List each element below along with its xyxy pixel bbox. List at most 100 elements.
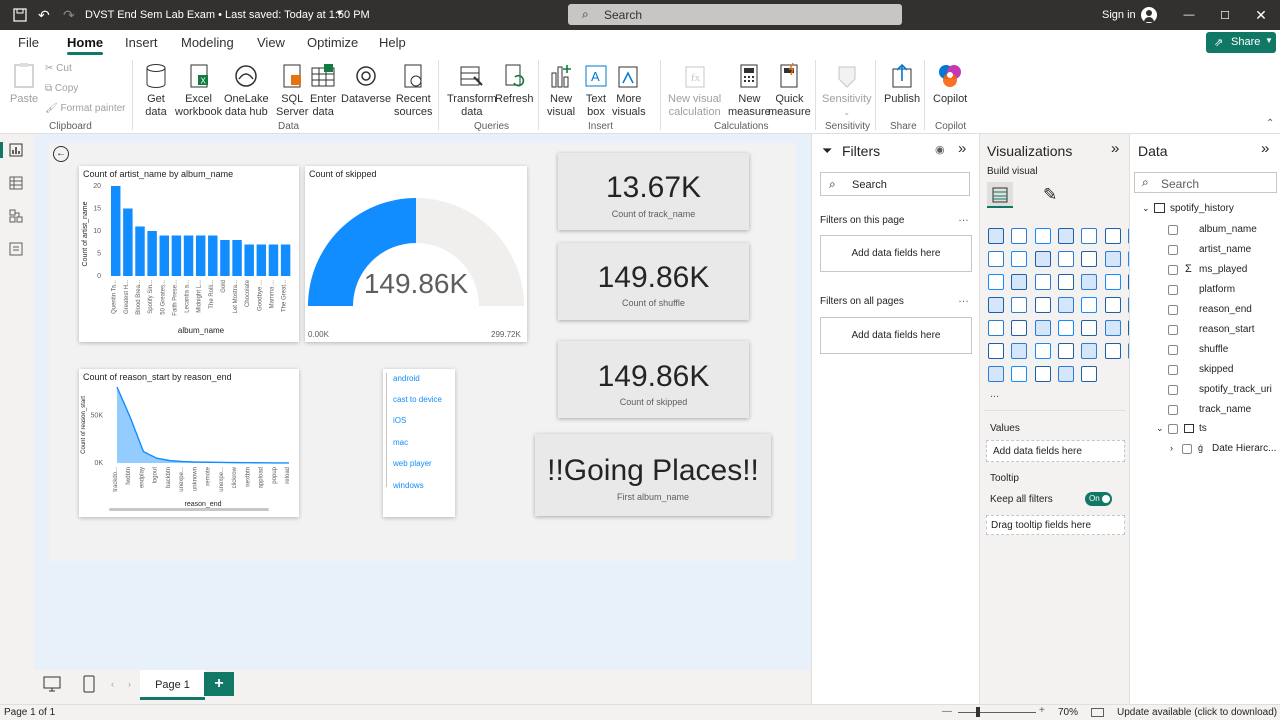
date-hierarchy-field[interactable]: Date Hierarc...: [1212, 443, 1276, 454]
visual-type-icon[interactable]: [1081, 251, 1098, 267]
visual-type-icon[interactable]: [1081, 366, 1098, 382]
eye-icon[interactable]: ◉: [935, 143, 945, 156]
new-visual-button[interactable]: New visual: [547, 62, 575, 119]
tab-view[interactable]: View: [257, 35, 285, 50]
tab-optimize[interactable]: Optimize: [307, 35, 358, 50]
expand-chevron-icon[interactable]: ›: [1170, 443, 1173, 453]
table-name[interactable]: spotify_history: [1170, 203, 1234, 214]
visual-type-icon[interactable]: [988, 251, 1004, 267]
visual-type-icon[interactable]: [988, 228, 1004, 244]
visual-type-icon[interactable]: [1034, 366, 1051, 382]
save-icon[interactable]: [13, 8, 27, 22]
zoom-out-button[interactable]: —: [942, 706, 952, 717]
checkbox[interactable]: [1182, 444, 1192, 454]
checkbox[interactable]: [1168, 424, 1178, 434]
new-measure-button[interactable]: New measure: [728, 62, 771, 119]
card-album-name[interactable]: !!Going Places!! First album_name: [535, 434, 771, 516]
model-view-icon[interactable]: [9, 209, 25, 225]
more-visuals-button[interactable]: More visuals: [612, 62, 646, 119]
visual-type-icon[interactable]: [1057, 251, 1074, 267]
build-visual-tab[interactable]: [987, 182, 1013, 208]
close-button[interactable]: ✕: [1238, 0, 1280, 30]
checkbox[interactable]: [1168, 365, 1178, 375]
dataverse-button[interactable]: Dataverse: [341, 62, 391, 106]
visual-type-icon[interactable]: [1011, 343, 1028, 359]
checkbox[interactable]: [1168, 285, 1178, 295]
slicer-item-mac[interactable]: mac: [393, 438, 408, 447]
bar-chart-visual[interactable]: Count of artist_name by album_name Count…: [79, 166, 299, 342]
cut-button[interactable]: ✂ Cut: [45, 63, 72, 74]
slicer-item-cast-to-device[interactable]: cast to device: [393, 395, 442, 404]
dax-query-view-icon[interactable]: [9, 242, 25, 258]
excel-workbook-button[interactable]: X Excel workbook: [175, 62, 222, 119]
onelake-button[interactable]: OneLake data hub: [224, 62, 269, 119]
recent-sources-button[interactable]: Recent sources: [394, 62, 433, 119]
card-skipped[interactable]: 149.86K Count of skipped: [558, 341, 749, 418]
values-drop-zone[interactable]: Add data fields here: [986, 440, 1125, 462]
field-spotify-track-uri[interactable]: spotify_track_uri: [1199, 384, 1272, 395]
visual-type-icon[interactable]: [1057, 366, 1074, 382]
checkbox[interactable]: [1168, 325, 1178, 335]
avatar-icon[interactable]: [1141, 7, 1157, 23]
refresh-button[interactable]: Refresh: [495, 62, 534, 106]
prev-page-icon[interactable]: ‹: [111, 679, 114, 689]
visual-type-icon[interactable]: [1034, 297, 1051, 313]
zoom-in-button[interactable]: +: [1039, 705, 1045, 716]
table-view-icon[interactable]: [9, 176, 25, 192]
zoom-slider-thumb[interactable]: [976, 707, 980, 717]
tab-home[interactable]: Home: [67, 35, 104, 55]
visual-type-icon[interactable]: [1104, 274, 1121, 290]
visual-type-icon[interactable]: [1034, 274, 1051, 290]
visual-type-icon[interactable]: [1057, 274, 1074, 290]
enter-data-button[interactable]: Enter data: [310, 62, 336, 119]
visual-type-icon[interactable]: [1104, 228, 1121, 244]
visual-type-icon[interactable]: [1081, 297, 1098, 313]
add-page-button[interactable]: +: [204, 672, 234, 696]
sql-server-button[interactable]: SQL Server: [276, 62, 308, 119]
visual-type-icon[interactable]: [1011, 274, 1028, 290]
card-shuffle[interactable]: 149.86K Count of shuffle: [558, 243, 749, 320]
gauge-visual[interactable]: Count of skipped 149.86K 0.00K 299.72K: [305, 166, 527, 342]
visual-type-icon[interactable]: [1034, 343, 1051, 359]
checkbox[interactable]: [1168, 405, 1178, 415]
area-chart-visual[interactable]: Count of reason_start by reason_end Coun…: [79, 369, 299, 517]
filters-page-drop-zone[interactable]: Add data fields here: [820, 235, 972, 272]
expand-chevron-icon[interactable]: ⌄: [1142, 203, 1150, 214]
filters-search-box[interactable]: ⌕ Search: [820, 172, 970, 196]
copilot-button[interactable]: Copilot: [933, 62, 967, 106]
mobile-layout-icon[interactable]: [83, 675, 95, 693]
slicer-item-ios[interactable]: iOS: [393, 416, 406, 425]
card-track-name[interactable]: 13.67K Count of track_name: [558, 153, 749, 230]
visual-type-icon[interactable]: [1057, 320, 1074, 336]
checkbox[interactable]: [1168, 305, 1178, 315]
visual-type-icon[interactable]: [1057, 343, 1074, 359]
field-reason-start[interactable]: reason_start: [1199, 324, 1255, 335]
more-visuals-icon[interactable]: ...: [990, 388, 999, 400]
visual-type-icon[interactable]: [1081, 343, 1098, 359]
desktop-layout-icon[interactable]: [43, 676, 61, 692]
more-options-icon[interactable]: …: [958, 212, 969, 224]
sign-in-link[interactable]: Sign in: [1102, 9, 1136, 21]
visual-type-icon[interactable]: [1081, 320, 1098, 336]
tab-help[interactable]: Help: [379, 35, 406, 50]
visual-type-icon[interactable]: [988, 366, 1004, 382]
visual-type-icon[interactable]: [1011, 366, 1028, 382]
visual-type-icon[interactable]: [1104, 343, 1121, 359]
ts-field[interactable]: ts: [1199, 423, 1207, 434]
visual-type-icon[interactable]: [1081, 274, 1098, 290]
visual-type-icon[interactable]: [1034, 320, 1051, 336]
visual-type-icon[interactable]: [1011, 297, 1028, 313]
collapse-data-icon[interactable]: »: [1261, 140, 1269, 157]
checkbox[interactable]: [1168, 265, 1178, 275]
visual-type-icon[interactable]: [1104, 320, 1121, 336]
more-options-icon[interactable]: …: [958, 293, 969, 305]
visual-type-icon[interactable]: [1104, 251, 1121, 267]
search-box[interactable]: ⌕ Search: [568, 4, 902, 25]
tab-insert[interactable]: Insert: [125, 35, 158, 50]
collapse-filters-icon[interactable]: »: [958, 140, 966, 157]
visual-type-icon[interactable]: [1104, 297, 1121, 313]
field-track-name[interactable]: track_name: [1199, 404, 1251, 415]
quick-measure-button[interactable]: Quick measure: [768, 62, 811, 119]
visual-type-icon[interactable]: [1057, 297, 1074, 313]
next-page-icon[interactable]: ›: [128, 679, 131, 689]
